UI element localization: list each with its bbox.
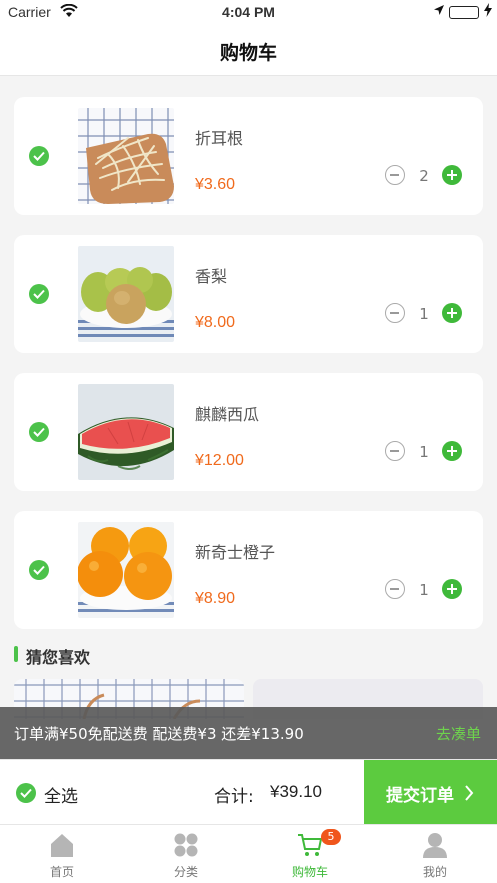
tab-label: 购物车	[291, 865, 328, 879]
item-quantity: 2	[419, 167, 429, 185]
chevron-right-icon	[464, 785, 474, 805]
nav-bar: 购物车	[0, 26, 497, 76]
checkout-bar: 全选 合计: ¥39.10 提交订单	[0, 759, 497, 825]
item-quantity: 1	[419, 581, 429, 599]
tab-label: 分类	[173, 865, 198, 879]
minus-icon[interactable]	[385, 579, 405, 599]
plus-icon[interactable]	[442, 579, 462, 599]
total-label: 合计:	[214, 787, 254, 807]
orange-image[interactable]	[78, 522, 174, 618]
home-icon	[49, 832, 75, 858]
tab-home[interactable]: 首页	[0, 825, 124, 883]
page-title: 购物车	[219, 42, 277, 64]
select-all-check-icon[interactable]	[16, 783, 36, 803]
delivery-banner: 订单满¥50免配送费 配送费¥3 还差¥13.90 去凑单	[0, 707, 497, 759]
item-name: 新奇士橙子	[195, 543, 276, 562]
item-name: 折耳根	[195, 129, 244, 148]
recommend-title: 猜您喜欢	[26, 648, 91, 667]
category-icon	[173, 832, 199, 858]
plus-icon[interactable]	[442, 441, 462, 461]
location-arrow-icon	[433, 4, 445, 20]
plus-icon[interactable]	[442, 303, 462, 323]
item-price: ¥3.60	[195, 176, 236, 193]
cart-item: 新奇士橙子 ¥8.90 1	[14, 511, 483, 629]
total-value: ¥39.10	[270, 782, 322, 801]
item-price: ¥12.00	[195, 452, 244, 469]
item-price: ¥8.00	[195, 314, 236, 331]
pear-image[interactable]	[78, 246, 174, 342]
charging-bolt-icon	[484, 3, 492, 21]
item-price: ¥8.90	[195, 590, 236, 607]
watermelon-image[interactable]	[78, 384, 174, 480]
cart-item: 麒麟西瓜 ¥12.00 1	[14, 373, 483, 491]
submit-order-button[interactable]: 提交订单	[364, 760, 497, 825]
herb-root-image[interactable]	[78, 108, 174, 204]
minus-icon[interactable]	[385, 165, 405, 185]
item-check-icon[interactable]	[29, 422, 49, 442]
cart-count-badge: 5	[321, 829, 341, 845]
item-quantity: 1	[419, 443, 429, 461]
cart-icon	[297, 832, 323, 858]
clock: 4:04 PM	[222, 4, 275, 20]
item-name: 香梨	[195, 267, 228, 286]
add-more-link[interactable]: 去凑单	[436, 723, 481, 744]
tab-label: 首页	[49, 865, 74, 879]
status-bar: Carrier 4:04 PM	[0, 0, 497, 26]
cart-item: 香梨 ¥8.00 1	[14, 235, 483, 353]
profile-icon	[422, 832, 448, 858]
minus-icon[interactable]	[385, 303, 405, 323]
item-quantity: 1	[419, 305, 429, 323]
tab-cart[interactable]: 5 购物车	[248, 825, 372, 883]
tab-label: 我的	[422, 865, 447, 879]
tab-category[interactable]: 分类	[124, 825, 248, 883]
tab-bar: 首页 分类 5 购物车 我的	[0, 824, 497, 883]
item-check-icon[interactable]	[29, 284, 49, 304]
select-all-label[interactable]: 全选	[44, 782, 78, 807]
minus-icon[interactable]	[385, 441, 405, 461]
section-accent-bar	[14, 646, 18, 662]
tab-profile[interactable]: 我的	[373, 825, 497, 883]
item-name: 麒麟西瓜	[195, 405, 260, 424]
delivery-info: 订单满¥50免配送费 配送费¥3 还差¥13.90	[14, 725, 304, 743]
cart-item: 折耳根 ¥3.60 2	[14, 97, 483, 215]
submit-order-label: 提交订单	[386, 786, 454, 806]
item-check-icon[interactable]	[29, 146, 49, 166]
item-check-icon[interactable]	[29, 560, 49, 580]
battery-icon	[449, 6, 479, 19]
plus-icon[interactable]	[442, 165, 462, 185]
